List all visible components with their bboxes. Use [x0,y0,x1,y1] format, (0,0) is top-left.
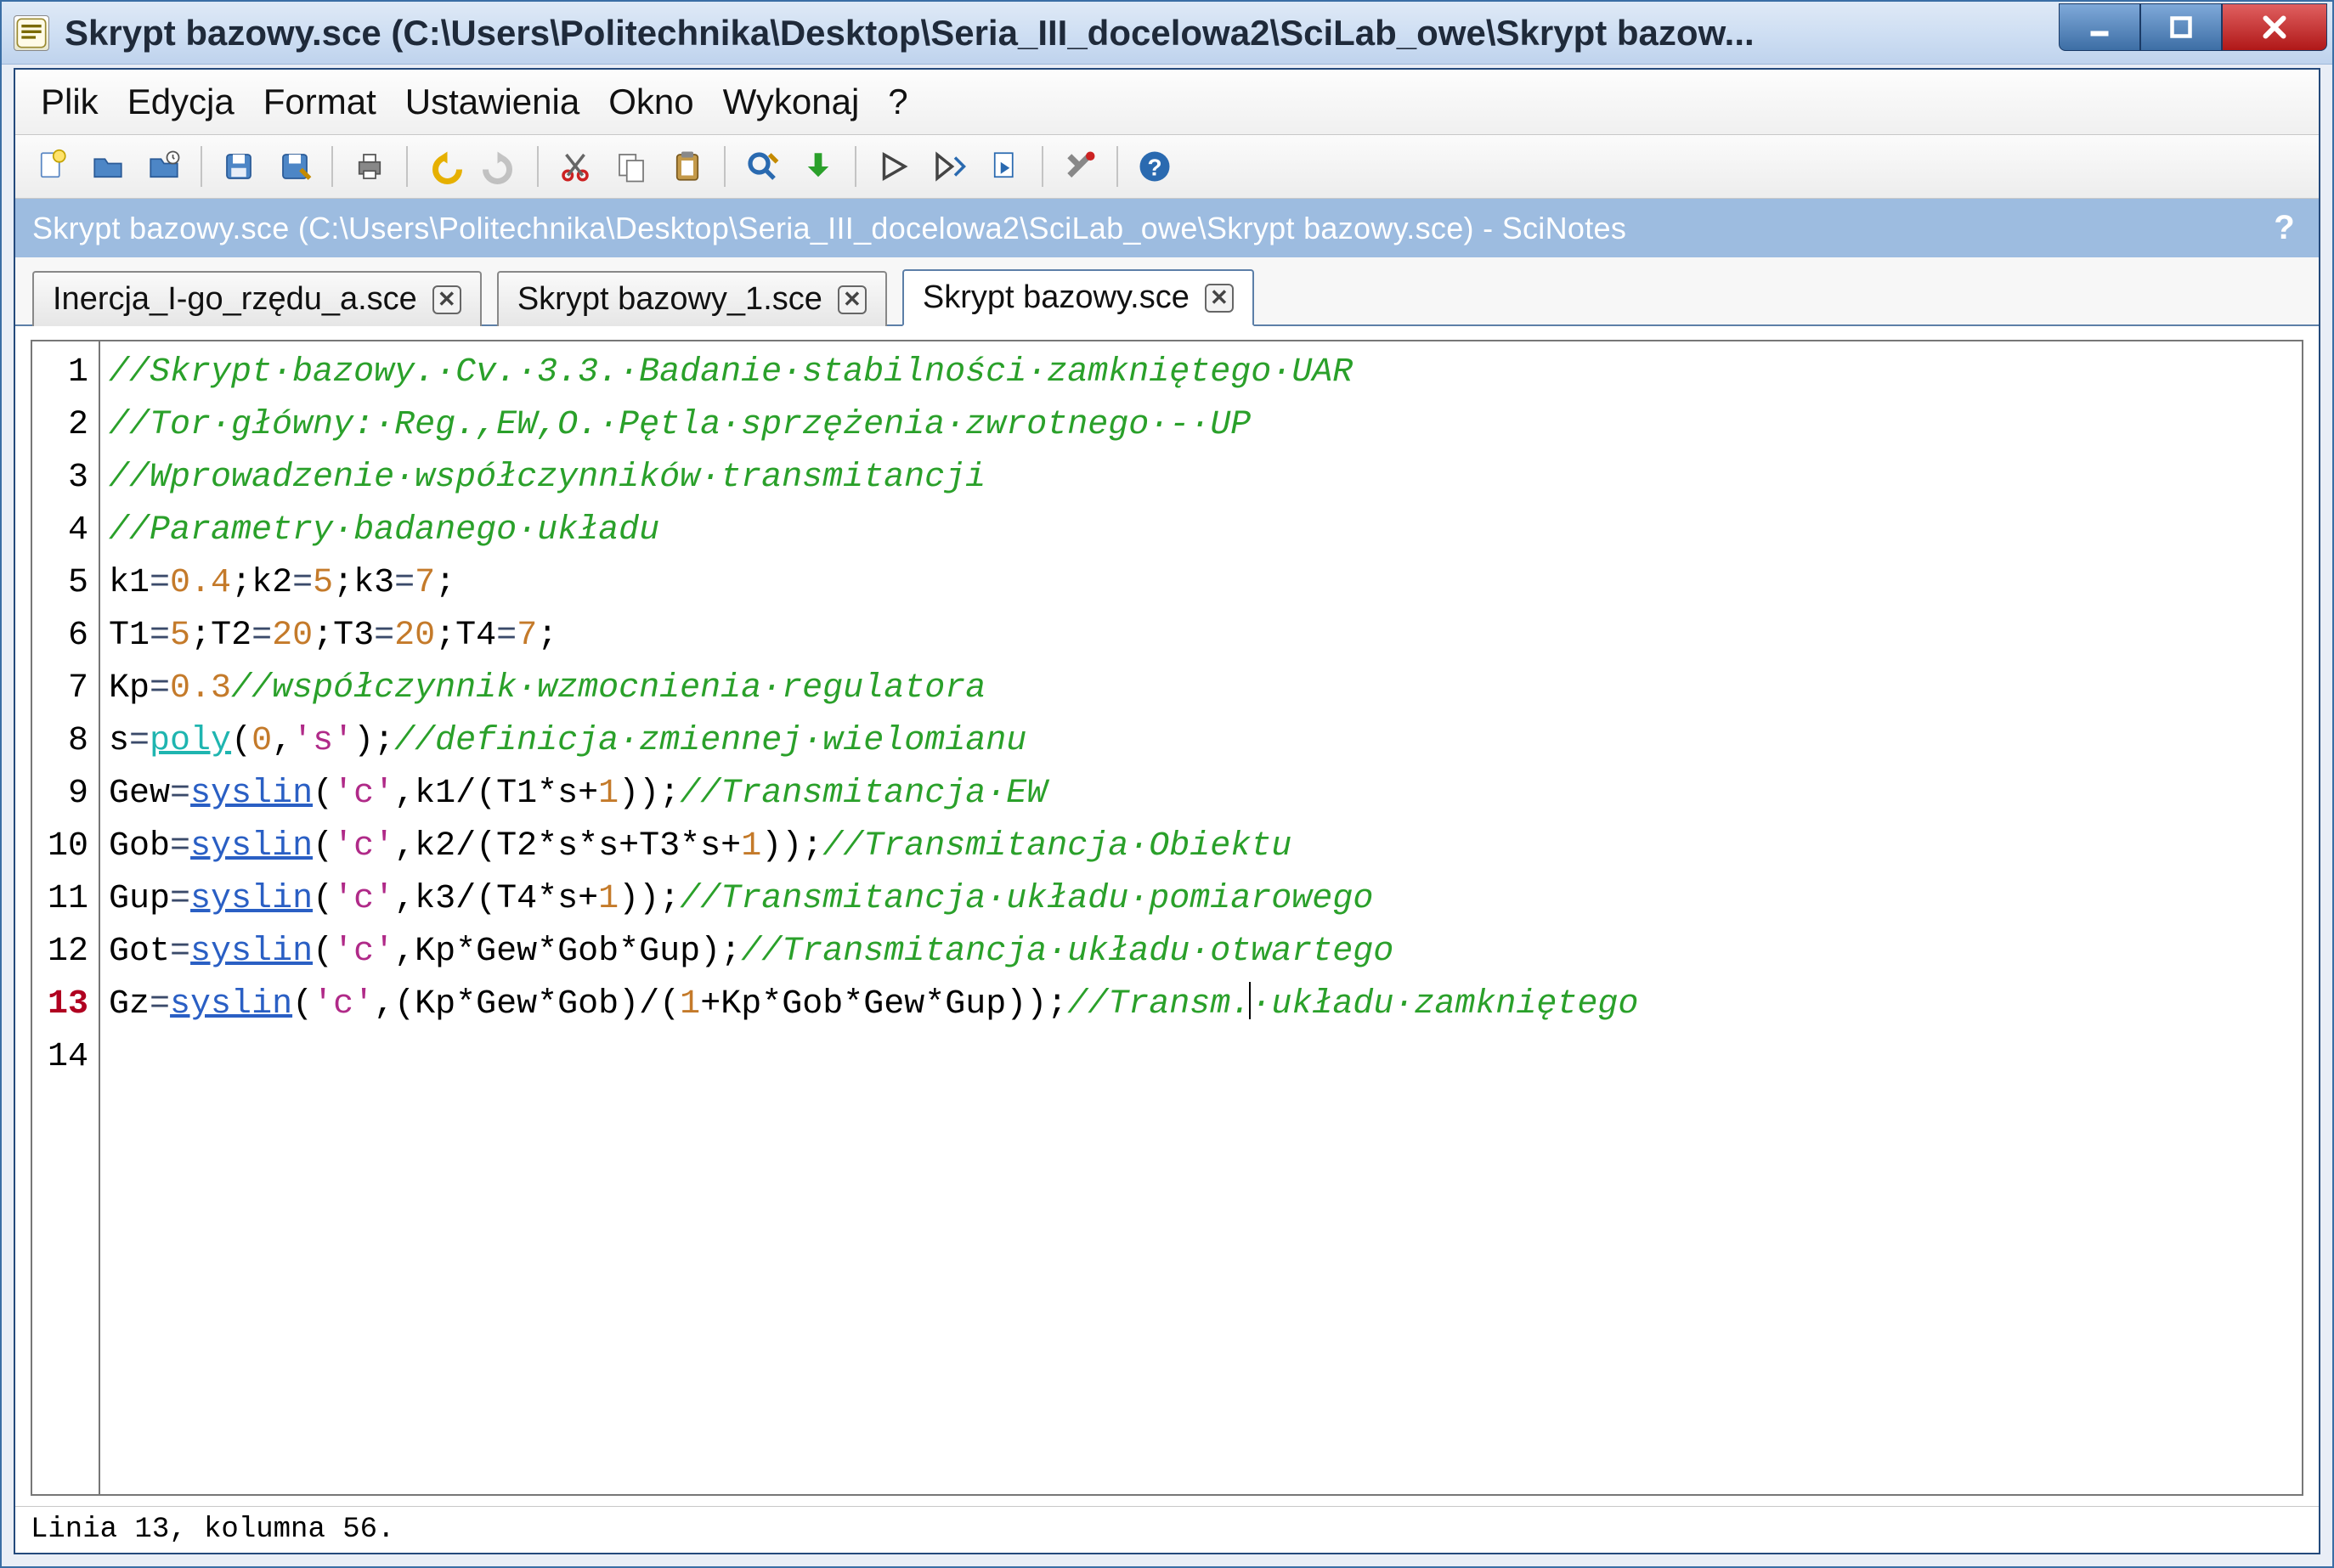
document-path: Skrypt bazowy.sce (C:\Users\Politechnika… [32,211,1626,246]
close-icon[interactable]: ✕ [432,285,461,314]
open-recent-icon[interactable] [139,142,189,191]
code-area[interactable]: //Skrypt·bazowy.·Cv.·3.3.·Badanie·stabil… [100,341,2302,1494]
line-number: 2 [48,399,88,452]
print-icon[interactable] [345,142,394,191]
preferences-icon[interactable] [1055,142,1105,191]
toolbar-separator [1116,146,1118,187]
new-file-icon[interactable] [27,142,76,191]
menu-wykonaj[interactable]: Wykonaj [713,78,870,126]
undo-icon[interactable] [420,142,469,191]
help-icon[interactable]: ? [1130,142,1179,191]
run-file-icon[interactable] [981,142,1030,191]
save-icon[interactable] [214,142,263,191]
app-icon [14,15,49,51]
redo-icon[interactable] [476,142,525,191]
find-replace-icon[interactable] [737,142,787,191]
menu-help[interactable]: ? [878,78,918,126]
close-button[interactable] [2222,3,2327,51]
toolbar-separator [1042,146,1043,187]
menu-edycja[interactable]: Edycja [117,78,245,126]
line-number: 11 [48,873,88,926]
toolbar-separator [331,146,333,187]
toolbar-separator [201,146,202,187]
toolbar: ? [15,135,2319,199]
maximize-button[interactable] [2140,3,2222,51]
window-controls [2059,3,2327,51]
close-icon[interactable]: ✕ [1205,284,1234,313]
titlebar[interactable]: Skrypt bazowy.sce (C:\Users\Politechnika… [2,2,2332,65]
close-icon[interactable]: ✕ [838,285,867,314]
line-number: 10 [48,821,88,873]
open-file-icon[interactable] [83,142,133,191]
app-window: Skrypt bazowy.sce (C:\Users\Politechnika… [0,0,2334,1568]
import-icon[interactable] [794,142,843,191]
tab-label: Skrypt bazowy_1.sce [517,281,822,318]
window-title: Skrypt bazowy.sce (C:\Users\Politechnika… [65,13,2059,54]
line-number: 9 [48,768,88,821]
menu-okno[interactable]: Okno [598,78,704,126]
menu-plik[interactable]: Plik [31,78,109,126]
minimize-button[interactable] [2059,3,2140,51]
tab-bar: Inercja_I-go_rzędu_a.sce ✕ Skrypt bazowy… [15,257,2319,326]
toolbar-separator [537,146,539,187]
toolbar-separator [406,146,408,187]
menu-format[interactable]: Format [253,78,387,126]
document-help-icon[interactable]: ? [2274,209,2302,247]
svg-text:?: ? [1147,155,1161,181]
toolbar-separator [724,146,726,187]
line-number: 1 [48,347,88,399]
line-number: 7 [48,663,88,715]
line-number-active: 13 [48,979,88,1031]
cursor-position: Linia 13, kolumna 56. [31,1514,394,1546]
document-header: Skrypt bazowy.sce (C:\Users\Politechnika… [15,199,2319,257]
editor: 1 2 3 4 5 6 7 8 9 10 11 12 13 14 //Skryp… [31,340,2303,1496]
save-as-icon[interactable] [270,142,319,191]
client-area: Plik Edycja Format Ustawienia Okno Wykon… [14,68,2320,1554]
copy-icon[interactable] [607,142,656,191]
run-icon[interactable] [868,142,918,191]
line-number: 3 [48,452,88,505]
line-number: 14 [48,1031,88,1084]
menu-bar: Plik Edycja Format Ustawienia Okno Wykon… [15,70,2319,135]
toolbar-separator [855,146,856,187]
tab-label: Skrypt bazowy.sce [923,279,1190,316]
run-into-icon[interactable] [924,142,974,191]
cut-icon[interactable] [551,142,600,191]
paste-icon[interactable] [663,142,712,191]
tab-inercja[interactable]: Inercja_I-go_rzędu_a.sce ✕ [32,271,482,326]
line-number: 6 [48,610,88,663]
menu-ustawienia[interactable]: Ustawienia [395,78,590,126]
tab-skrypt-bazowy-1[interactable]: Skrypt bazowy_1.sce ✕ [497,271,887,326]
tab-label: Inercja_I-go_rzędu_a.sce [53,281,417,318]
line-number: 8 [48,715,88,768]
status-bar: Linia 13, kolumna 56. [15,1506,2319,1553]
line-number: 5 [48,557,88,610]
line-gutter: 1 2 3 4 5 6 7 8 9 10 11 12 13 14 [32,341,100,1494]
tab-skrypt-bazowy[interactable]: Skrypt bazowy.sce ✕ [902,269,1254,326]
line-number: 4 [48,505,88,557]
line-number: 12 [48,926,88,979]
